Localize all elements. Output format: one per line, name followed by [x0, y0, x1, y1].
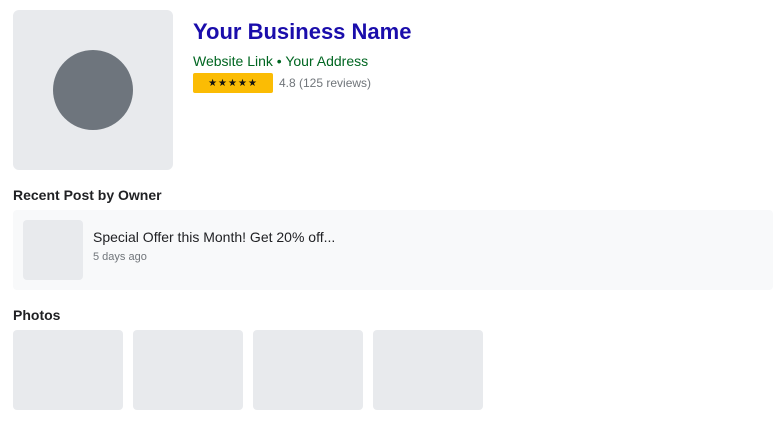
- rating-text[interactable]: 4.8 (125 reviews): [279, 76, 371, 90]
- photo-thumbnail[interactable]: [133, 330, 243, 410]
- business-name[interactable]: Your Business Name: [193, 19, 411, 45]
- star-rating-badge: ★★★★★: [193, 73, 273, 93]
- website-link[interactable]: Website Link: [193, 53, 273, 69]
- photos-heading: Photos: [13, 307, 61, 323]
- post-text: Special Offer this Month! Get 20% off...…: [93, 229, 335, 263]
- business-info: Your Business Name Website Link • Your A…: [193, 10, 411, 170]
- recent-post-card[interactable]: Special Offer this Month! Get 20% off...…: [13, 210, 773, 290]
- post-timestamp: 5 days ago: [93, 251, 147, 263]
- photos-row: [13, 330, 493, 410]
- recent-post-heading: Recent Post by Owner: [13, 187, 162, 203]
- photo-thumbnail[interactable]: [13, 330, 123, 410]
- business-logo-placeholder: [13, 10, 173, 170]
- photo-thumbnail[interactable]: [253, 330, 363, 410]
- post-thumbnail: [23, 220, 83, 280]
- logo-circle-icon: [53, 50, 133, 130]
- business-subline: Website Link • Your Address: [193, 52, 411, 70]
- photo-thumbnail[interactable]: [373, 330, 483, 410]
- business-header: Your Business Name Website Link • Your A…: [13, 10, 411, 170]
- rating-row: ★★★★★ 4.8 (125 reviews): [193, 73, 411, 93]
- post-title: Special Offer this Month! Get 20% off...: [93, 229, 336, 245]
- address-link[interactable]: Your Address: [285, 53, 368, 69]
- subline-separator: •: [272, 53, 286, 69]
